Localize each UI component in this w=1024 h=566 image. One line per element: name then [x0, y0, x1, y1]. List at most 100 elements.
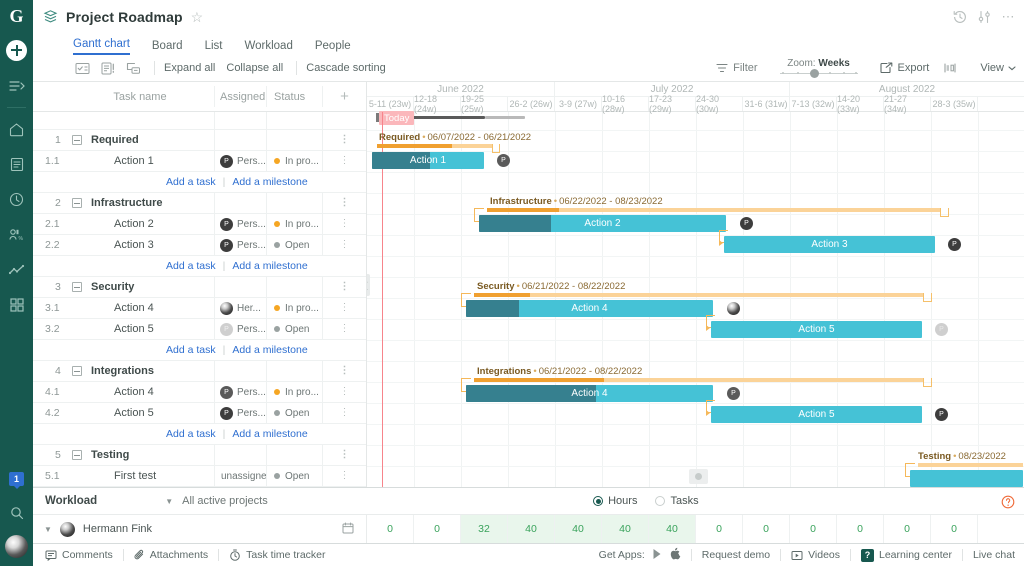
expand-triangle-icon[interactable]: ▼ — [44, 525, 52, 534]
clock-icon[interactable] — [0, 183, 33, 216]
assigned-cell[interactable] — [214, 130, 266, 151]
status-cell[interactable] — [266, 277, 322, 298]
tab-gantt-chart[interactable]: Gantt chart — [73, 38, 130, 55]
status-cell[interactable] — [266, 445, 322, 466]
row-menu-button[interactable]: ⋮ — [322, 298, 366, 319]
col-task-name[interactable]: Task name — [66, 91, 214, 103]
trend-icon[interactable] — [0, 253, 33, 286]
task-bar[interactable]: Action 5 — [711, 406, 922, 423]
assigned-cell[interactable]: P Pers... — [214, 235, 266, 256]
gantt-timeline[interactable]: June 2022 July 2022 August 2022 5-11 (23… — [366, 82, 1024, 487]
comments-button[interactable]: Comments — [45, 549, 113, 561]
task-list-icon[interactable] — [75, 62, 90, 75]
task-time-tracker-button[interactable]: Task time tracker — [229, 549, 325, 561]
task-bar-avatar[interactable]: P — [935, 323, 948, 336]
add-column-button[interactable]: + — [322, 86, 366, 107]
task-bar-avatar[interactable]: P — [935, 408, 948, 421]
collapse-toggle-icon[interactable] — [72, 366, 82, 376]
zoom-control[interactable]: Zoom: Weeks — [780, 58, 858, 78]
assigned-cell[interactable]: P Pers... — [214, 403, 266, 424]
notifications-button[interactable]: 1 — [0, 464, 33, 494]
row-menu-button[interactable]: ⋮ — [322, 382, 366, 403]
assigned-cell[interactable]: P Pers... — [214, 382, 266, 403]
star-icon[interactable]: ☆ — [191, 10, 204, 24]
status-cell[interactable]: In pro... — [266, 382, 322, 403]
group-summary-bar[interactable] — [474, 378, 923, 382]
zoom-slider-knob[interactable] — [810, 69, 819, 78]
group-summary-bar[interactable] — [487, 208, 940, 212]
assigned-cell[interactable] — [214, 361, 266, 382]
task-note-icon[interactable] — [101, 62, 115, 75]
task-row[interactable]: 5.1 First test unassigned Open ⋮ — [33, 466, 366, 487]
timeline-body[interactable]: Today Required•06/07/2022 - 06/21/2022 — [367, 112, 1024, 487]
help-icon[interactable] — [1001, 495, 1015, 512]
unassigned-placeholder[interactable] — [689, 469, 708, 484]
history-icon[interactable] — [953, 10, 967, 24]
status-cell[interactable]: Open — [266, 235, 322, 256]
assigned-cell[interactable] — [214, 277, 266, 298]
row-menu-button[interactable]: ⋮ — [322, 193, 366, 214]
assigned-cell[interactable]: Her... — [214, 298, 266, 319]
status-cell[interactable]: Open — [266, 319, 322, 340]
add-task-link[interactable]: Add a task — [166, 344, 216, 356]
add-milestone-link[interactable]: Add a milestone — [232, 176, 307, 188]
videos-button[interactable]: Videos — [791, 549, 840, 561]
workload-user-row[interactable]: ▼ Hermann Fink 0 0 32 40 40 40 40 0 — [33, 515, 1024, 543]
user-avatar[interactable] — [5, 535, 28, 558]
chevron-down-icon[interactable]: ▼ — [165, 497, 173, 506]
row-menu-button[interactable]: ⋮ — [322, 214, 366, 235]
status-cell[interactable]: In pro... — [266, 298, 322, 319]
task-bar[interactable]: Action 1 — [372, 152, 484, 169]
add-milestone-link[interactable]: Add a milestone — [232, 428, 307, 440]
status-cell[interactable]: In pro... — [266, 151, 322, 172]
timeline-scroll-handle[interactable]: ❮ — [366, 274, 370, 296]
col-assigned[interactable]: Assigned — [214, 86, 266, 107]
assigned-cell[interactable]: P Pers... — [214, 319, 266, 340]
collapse-toggle-icon[interactable] — [72, 198, 82, 208]
task-bar-avatar[interactable]: P — [740, 217, 753, 230]
tab-people[interactable]: People — [315, 40, 351, 55]
task-bar[interactable]: Action 2 — [479, 215, 726, 232]
search-icon[interactable] — [0, 496, 33, 529]
assigned-cell[interactable]: P Pers... — [214, 151, 266, 172]
add-milestone-link[interactable]: Add a milestone — [232, 260, 307, 272]
workload-icon[interactable]: % — [0, 218, 33, 251]
workload-project-filter[interactable]: All active projects — [182, 495, 268, 507]
group-row[interactable]: 5 Testing ⋮ — [33, 445, 366, 466]
row-menu-button[interactable]: ⋮ — [322, 235, 366, 256]
add-task-link[interactable]: Add a task — [166, 428, 216, 440]
status-cell[interactable]: Open — [266, 403, 322, 424]
document-icon[interactable] — [0, 148, 33, 181]
radio-hours[interactable]: Hours — [593, 495, 637, 507]
task-bar[interactable]: Action 4 — [466, 300, 713, 317]
status-cell[interactable]: In pro... — [266, 214, 322, 235]
task-row[interactable]: 2.2 Action 3 P Pers... Open ⋮ — [33, 235, 366, 256]
task-bar-avatar[interactable]: P — [497, 154, 510, 167]
assigned-cell[interactable]: P Pers... — [214, 214, 266, 235]
tab-workload[interactable]: Workload — [244, 40, 292, 55]
assigned-cell[interactable] — [214, 445, 266, 466]
add-task-link[interactable]: Add a task — [166, 176, 216, 188]
task-bar[interactable]: Action 5 — [711, 321, 922, 338]
row-menu-button[interactable]: ⋮ — [322, 466, 366, 487]
group-row[interactable]: 3 Security ⋮ — [33, 277, 366, 298]
task-bar[interactable] — [910, 470, 1023, 487]
export-button[interactable]: Export — [880, 62, 930, 74]
status-cell[interactable] — [266, 361, 322, 382]
task-row[interactable]: 1.1 Action 1 P Pers... In pro... ⋮ — [33, 151, 366, 172]
attachments-button[interactable]: Attachments — [134, 549, 208, 561]
add-milestone-link[interactable]: Add a milestone — [232, 344, 307, 356]
row-menu-button[interactable]: ⋮ — [322, 151, 366, 172]
task-row[interactable]: 3.1 Action 4 Her... In pro... ⋮ — [33, 298, 366, 319]
task-bar[interactable]: Action 3 — [724, 236, 935, 253]
view-button[interactable]: View — [980, 62, 1016, 74]
task-bar-avatar[interactable]: P — [948, 238, 961, 251]
grid-icon[interactable] — [0, 288, 33, 321]
critical-path-icon[interactable] — [943, 62, 957, 74]
task-bar-avatar[interactable]: P — [727, 387, 740, 400]
google-play-icon[interactable] — [652, 548, 663, 563]
row-menu-button[interactable]: ⋮ — [322, 130, 366, 151]
task-bar-avatar[interactable] — [727, 302, 740, 315]
indent-icon[interactable] — [126, 62, 141, 75]
zoom-slider[interactable] — [780, 69, 858, 78]
